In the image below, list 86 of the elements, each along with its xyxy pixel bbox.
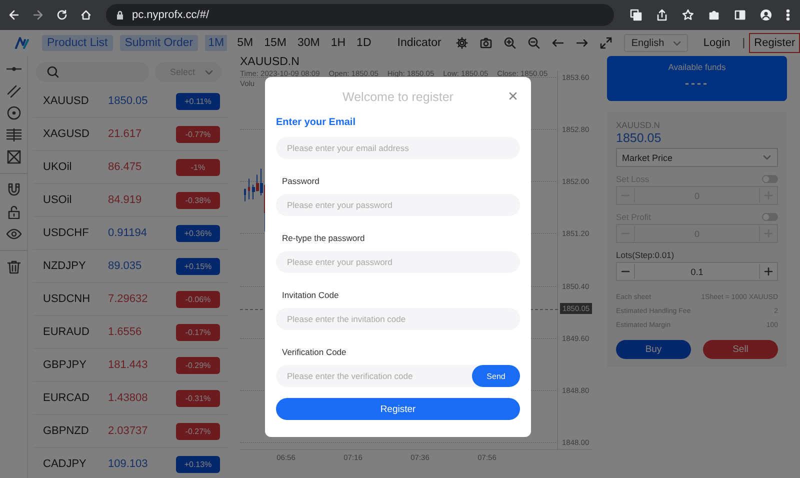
product-row[interactable]: EURCAD 1.43808 -0.31% [33,382,228,415]
product-row[interactable]: USDCNH 7.29632 -0.06% [33,283,228,316]
symbol-text: USDCNH [43,293,92,305]
price-text: 1850.05 [616,131,662,146]
symbol-text: NZDJPY [43,260,87,272]
send-button[interactable]: Send [472,365,520,387]
change-badge: -0.29% [176,356,220,374]
address-bar[interactable]: pc.nyprofx.cc/#/ [106,4,614,26]
product-row[interactable]: GBPNZD 2.03737 -0.27% [33,415,228,448]
interval-tab[interactable]: 30M [294,35,323,51]
order-type-value: Market Price [622,152,673,162]
price-text: 84.919 [108,194,143,206]
symbol-text: USDCHF [43,227,90,239]
price-text: 1.43808 [108,392,149,404]
price-text: 181.443 [108,359,149,371]
price-text: 7.29632 [108,293,149,305]
field-label: Invitation Code [281,289,340,301]
change-badge: +0.13% [176,456,220,472]
nav-tab[interactable]: Product List [42,35,113,51]
symbol-text: EURCAD [43,392,90,404]
price-text: 109.103 [108,458,149,470]
change-badge: -1% [176,158,220,176]
product-row[interactable]: USDCHF 0.91194 +0.36% [33,217,228,250]
change-badge: +0.15% [176,258,220,274]
price-text: 1.6556 [108,326,143,338]
section-heading: Enter your Email [276,117,356,129]
register-button[interactable]: Register [749,33,800,53]
change-badge: +0.11% [176,92,220,110]
price-text: 2.03737 [108,425,149,437]
field-label: Verification Code [281,346,348,358]
input-field[interactable]: Please enter your password [276,194,520,216]
login-link[interactable]: Login [703,37,730,49]
input-field[interactable]: Please enter your password [276,251,520,273]
change-badge: -0.77% [176,126,220,142]
nav-tab[interactable]: Submit Order [120,35,198,51]
symbol-text: XAGUSD [43,128,90,140]
product-row[interactable]: XAUUSD 1850.05 +0.11% [33,85,228,118]
product-row[interactable]: XAGUSD 21.617 -0.77% [33,118,228,151]
buy-button[interactable]: Buy [616,340,691,359]
product-row[interactable]: NZDJPY 89.035 +0.15% [33,250,228,283]
price-text: 0.91194 [108,227,148,239]
change-badge: -0.38% [176,192,220,208]
product-row[interactable]: EURAUD 1.6556 -0.17% [33,316,228,349]
field-label: Password [281,175,320,187]
interval-tab[interactable]: 1H [328,35,349,51]
change-badge: +0.36% [176,224,220,242]
language-select[interactable]: English [624,34,688,52]
product-row[interactable]: UKOil 86.475 -1% [33,151,228,184]
symbol-text: GBPNZD [43,425,90,437]
indicator-button[interactable]: Indicator [394,35,444,51]
language-value: English [631,38,664,48]
interval-tab[interactable]: 1M [205,35,228,51]
interval-tab[interactable]: 5M [234,35,256,51]
chart-title: XAUUSD.N [240,56,300,69]
separator-text: | [742,37,746,49]
funds-value: ---- [685,76,709,90]
change-badge: -0.06% [176,290,220,308]
field-label: Re-type the password [281,232,366,244]
symbol-text: XAUUSD [43,95,90,107]
product-row[interactable]: GBPJPY 181.443 -0.29% [33,349,228,382]
price-text: 89.035 [108,260,143,272]
symbol-text: EURAUD [43,326,90,338]
funds-label: Available funds [668,62,726,72]
input-field[interactable]: Please enter the invitation code [276,308,520,330]
change-badge: -0.27% [176,422,220,440]
url-text: pc.nyprofx.cc/#/ [132,9,210,21]
symbol-text: UKOil [43,161,73,173]
register-button[interactable]: Register [276,398,520,420]
interval-tab[interactable]: 1D [354,35,374,51]
price-text: 1850.05 [108,95,149,107]
sell-button[interactable]: Sell [703,340,778,359]
price-text: 21.617 [108,128,143,140]
change-badge: -0.17% [176,324,220,340]
field-label: Lots(Step:0.01) [616,250,674,260]
symbol-text: CADJPY [43,458,88,470]
dialog-title: Welcome to register [342,90,454,104]
change-badge: -0.31% [176,390,220,406]
product-row[interactable]: USOil 84.919 -0.38% [33,184,228,217]
input-field[interactable]: Please enter the verification code Send [276,365,520,387]
symbol-text: GBPJPY [43,359,88,371]
price-text: 86.475 [108,161,143,173]
symbol-text: USOil [43,194,73,206]
input-field[interactable]: Please enter your email address [276,137,520,159]
order-type-select[interactable]: Market Price [616,148,778,167]
interval-tab[interactable]: 15M [261,35,290,51]
product-row[interactable]: CADJPY 109.103 +0.13% [33,448,228,478]
